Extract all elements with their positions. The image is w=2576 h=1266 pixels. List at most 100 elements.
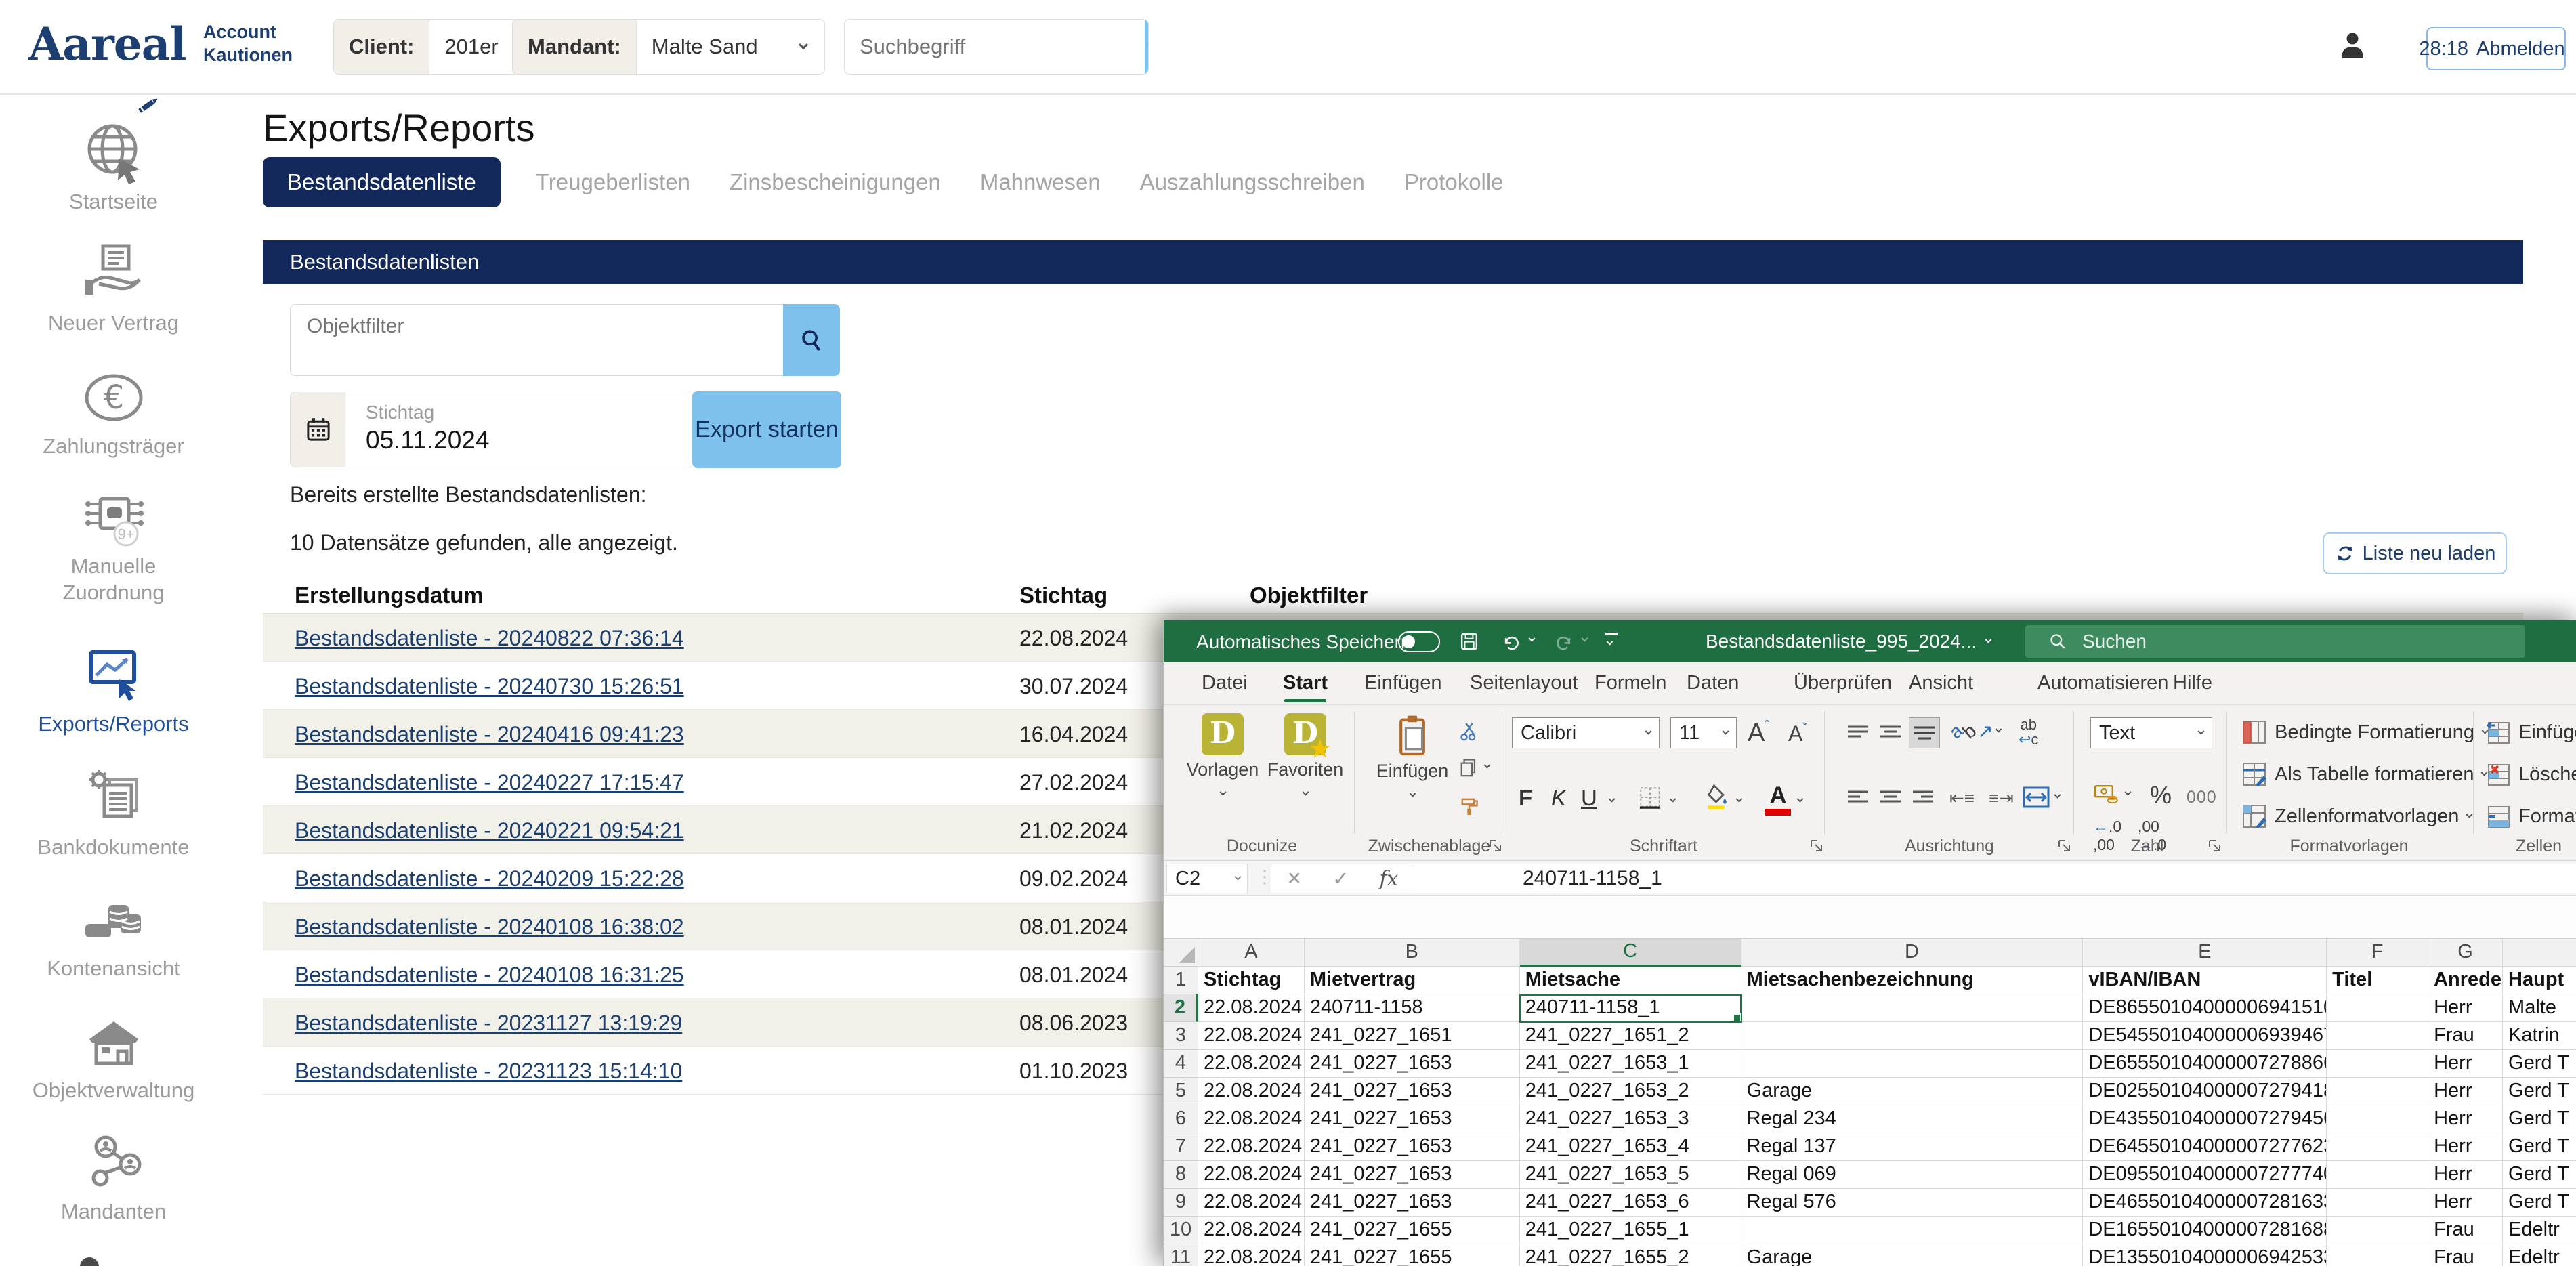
bestandsdatenliste-link[interactable]: Bestandsdatenliste - 20231123 15:14:10 — [295, 1059, 682, 1084]
cell-d[interactable]: Regal 137 — [1741, 1133, 2084, 1161]
favoriten-button[interactable]: D★ Favoriten — [1265, 713, 1345, 801]
cell-e[interactable]: DE64550104000007277623 — [2083, 1133, 2327, 1161]
bold-button[interactable]: F — [1519, 785, 1532, 811]
row-header[interactable]: 11 — [1164, 1244, 1198, 1266]
cell-a[interactable]: 22.08.2024 — [1198, 1161, 1305, 1189]
italic-button[interactable]: K — [1551, 785, 1566, 811]
cell-a[interactable]: 22.08.2024 — [1198, 1189, 1305, 1217]
cell-c[interactable]: 241_0227_1655_2 — [1520, 1244, 1741, 1266]
cancel-icon[interactable]: ✕ — [1287, 868, 1303, 889]
logout-button[interactable]: 28:18 Abmelden — [2426, 27, 2566, 70]
format-as-table-button[interactable]: Als Tabelle formatieren — [2242, 762, 2487, 786]
cell-d[interactable] — [1741, 1022, 2084, 1050]
cell-g[interactable]: Frau — [2428, 1022, 2503, 1050]
cell-d[interactable] — [1741, 994, 2084, 1022]
cell-f[interactable] — [2327, 1161, 2428, 1189]
document-title[interactable]: Bestandsdatenliste_995_2024... — [1706, 620, 1991, 662]
autosave-toggle[interactable] — [1398, 631, 1440, 652]
dialog-launcher-icon[interactable] — [1487, 838, 1504, 854]
increase-font-icon[interactable]: Aˆ — [1748, 719, 1769, 748]
cell-h[interactable]: Gerd T — [2503, 1161, 2576, 1189]
cell-d[interactable]: Garage — [1741, 1078, 2084, 1105]
cell-a[interactable]: Stichtag — [1198, 967, 1305, 994]
cell-b[interactable]: 241_0227_1653 — [1305, 1050, 1520, 1078]
excel-search-box[interactable]: Suchen — [2025, 625, 2525, 658]
sidebar-item-zahlungstraeger[interactable]: € Zahlungsträger — [0, 364, 227, 459]
cell-c[interactable]: 241_0227_1653_1 — [1520, 1050, 1741, 1078]
col-header-d[interactable]: D — [1741, 939, 2084, 967]
cell-h[interactable]: Haupt — [2503, 967, 2576, 994]
cell-b[interactable]: 241_0227_1655 — [1305, 1244, 1520, 1266]
cell-d[interactable]: Regal 576 — [1741, 1189, 2084, 1217]
fill-color-dropdown-chevron[interactable] — [1736, 796, 1743, 803]
cell-h[interactable]: Gerd T — [2503, 1133, 2576, 1161]
format-painter-icon[interactable] — [1458, 795, 1481, 818]
cell-c[interactable]: 240711-1158_1 — [1520, 994, 1741, 1022]
cell-c[interactable]: 241_0227_1655_1 — [1520, 1217, 1741, 1244]
delete-cells-button[interactable]: Löschen — [2486, 762, 2576, 786]
cell-g[interactable]: Herr — [2428, 1189, 2503, 1217]
align-bottom-icon-selected[interactable] — [1909, 717, 1940, 748]
underline-dropdown-chevron[interactable] — [1609, 796, 1616, 803]
cell-a[interactable]: 22.08.2024 — [1198, 1244, 1305, 1266]
cell-b[interactable]: 241_0227_1653 — [1305, 1078, 1520, 1105]
cell-a[interactable]: 22.08.2024 — [1198, 1133, 1305, 1161]
select-all-corner[interactable] — [1164, 939, 1198, 967]
tab-protokolle[interactable]: Protokolle — [1404, 157, 1504, 207]
cell-a[interactable]: 22.08.2024 — [1198, 1022, 1305, 1050]
col-header-f[interactable]: F — [2327, 939, 2428, 967]
dialog-launcher-icon[interactable] — [2207, 838, 2223, 854]
cell-e[interactable]: vIBAN/IBAN — [2083, 967, 2327, 994]
orientation-button[interactable]: ab↗ — [1951, 720, 2001, 742]
font-family-combo[interactable]: Calibri — [1512, 717, 1660, 748]
cell-a[interactable]: 22.08.2024 — [1198, 994, 1305, 1022]
align-center-icon[interactable] — [1879, 788, 1902, 808]
bestandsdatenliste-link[interactable]: Bestandsdatenliste - 20240730 15:26:51 — [295, 674, 684, 699]
font-size-combo[interactable]: 11 — [1670, 717, 1737, 748]
cell-h[interactable]: Gerd T — [2503, 1078, 2576, 1105]
cell-h[interactable]: Katrin — [2503, 1022, 2576, 1050]
row-header[interactable]: 1 — [1164, 967, 1198, 994]
cell-f[interactable] — [2327, 1022, 2428, 1050]
row-header[interactable]: 9 — [1164, 1189, 1198, 1217]
cell-d[interactable]: Mietsachenbezeichnung — [1741, 967, 2084, 994]
cell-g[interactable]: Herr — [2428, 1105, 2503, 1133]
vorlagen-button[interactable]: D Vorlagen — [1183, 713, 1263, 801]
col-header-e[interactable]: E — [2083, 939, 2327, 967]
tab-treugeberlisten[interactable]: Treugeberlisten — [536, 157, 690, 207]
objektfilter-search-button[interactable] — [783, 304, 840, 376]
ribbon-tab-seitenlayout[interactable]: Seitenlayout — [1470, 662, 1578, 705]
cell-e[interactable]: DE43550104000007279456 — [2083, 1105, 2327, 1133]
reload-list-button[interactable]: Liste neu laden — [2323, 532, 2507, 574]
cell-f[interactable] — [2327, 1133, 2428, 1161]
search-button[interactable] — [1145, 20, 1149, 74]
borders-icon[interactable] — [1638, 785, 1662, 809]
cell-c[interactable]: 241_0227_1653_4 — [1520, 1133, 1741, 1161]
quick-access-menu-icon[interactable] — [1605, 633, 1620, 650]
col-header-c-selected[interactable]: C — [1520, 939, 1741, 967]
cell-g[interactable]: Frau — [2428, 1244, 2503, 1266]
objektfilter-input[interactable] — [290, 304, 783, 376]
enter-icon[interactable]: ✓ — [1332, 867, 1349, 891]
cell-e[interactable]: DE54550104000006939467 — [2083, 1022, 2327, 1050]
align-left-icon[interactable] — [1846, 788, 1870, 808]
redo-icon[interactable] — [1554, 631, 1574, 652]
dialog-launcher-icon[interactable] — [1809, 838, 1825, 854]
cell-e[interactable]: DE13550104000006942533 — [2083, 1244, 2327, 1266]
cell-c[interactable]: 241_0227_1653_5 — [1520, 1161, 1741, 1189]
stichtag-field[interactable]: Stichtag 05.11.2024 — [345, 392, 692, 467]
merge-center-icon[interactable] — [2023, 786, 2050, 808]
cell-g[interactable]: Herr — [2428, 994, 2503, 1022]
cell-c[interactable]: Mietsache — [1520, 967, 1741, 994]
cell-b[interactable]: Mietvertrag — [1305, 967, 1520, 994]
increase-decimal-icon[interactable]: ←.0,00 — [2093, 818, 2121, 854]
cell-a[interactable]: 22.08.2024 — [1198, 1105, 1305, 1133]
bestandsdatenliste-link[interactable]: Bestandsdatenliste - 20240108 16:38:02 — [295, 914, 684, 940]
sidebar-item-bankdokumente[interactable]: Bankdokumente — [0, 765, 227, 860]
font-color-dropdown-chevron[interactable] — [1797, 796, 1804, 803]
align-top-icon[interactable] — [1846, 723, 1870, 743]
ribbon-tab-daten[interactable]: Daten — [1687, 662, 1739, 705]
cell-d[interactable]: Garage — [1741, 1244, 2084, 1266]
export-starten-button[interactable]: Export starten — [692, 391, 841, 468]
ribbon-tab-automatisieren[interactable]: Automatisieren — [2037, 662, 2168, 705]
